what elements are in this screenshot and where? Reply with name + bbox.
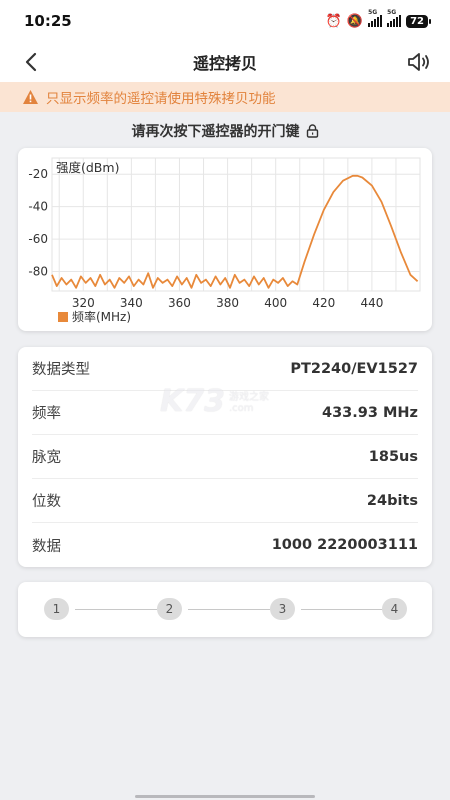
signal-info-card: 数据类型 PT2240/EV1527 频率 433.93 MHz 脉宽 185u… [18,347,432,567]
chevron-left-icon [25,52,37,72]
spectrum-chart-card: -20 -40 -60 -80 320 340 360 380 400 420 440 强度(dB… [18,148,432,331]
info-label: 脉宽 [32,450,61,466]
step-4: 4 [382,598,407,620]
speaker-icon [408,53,429,71]
x-tick-label: 380 [216,296,239,310]
x-tick-label: 440 [360,296,383,310]
network-type-2: 5G [387,9,397,16]
info-value: 1000 2220003111 [271,537,418,553]
legend-label: 频率(MHz) [72,309,131,324]
page-title: 遥控拷贝 [192,54,257,73]
step-connector [301,609,383,610]
warning-icon [23,90,38,104]
y-tick-label: -80 [28,265,48,279]
warning-banner: 只显示频率的遥控请使用特殊拷贝功能 [0,82,450,112]
warning-text: 只显示频率的遥控请使用特殊拷贝功能 [46,91,276,107]
x-tick-label: 320 [72,296,95,310]
status-time: 10:25 [24,12,72,30]
network-type-1: 5G [368,9,378,16]
info-label: 位数 [32,494,61,510]
watermark-line2: .com [229,403,254,414]
info-label: 频率 [32,406,61,422]
info-value: 24bits [366,492,418,509]
info-row-bits: 位数 24bits [32,479,418,523]
x-tick-label: 400 [264,296,287,310]
y-tick-label: -40 [28,200,48,214]
info-label: 数据类型 [32,362,90,378]
alarm-icon: ⏰ [325,13,342,29]
mute-icon: 🔕 [346,13,364,29]
y-tick-label: -20 [28,167,48,181]
status-bar: 10:25 ⏰ 🔕 5G 5G 72 [0,0,450,42]
watermark-line1: 游戏之家 [229,392,269,403]
spectrum-chart: -20 -40 -60 -80 320 340 360 380 400 420 440 强度(dB… [28,157,421,324]
watermark: K73 游戏之家 .com [160,383,300,419]
step-connector [75,609,157,610]
info-value: 433.93 MHz [321,404,418,421]
chart-legend: 频率(MHz) [58,309,131,324]
status-icons: ⏰ 🔕 5G 5G 72 [325,9,431,29]
info-row-pulse-width: 脉宽 185us [32,435,418,479]
step-1: 1 [44,598,69,620]
home-indicator[interactable] [135,795,315,798]
y-axis-label: 强度(dBm) [56,160,119,175]
battery-indicator: 72 [406,14,431,28]
sound-toggle-button[interactable] [406,51,432,73]
signal-icon: 5G [368,9,383,27]
progress-steps-card: 1 2 3 4 [18,582,432,637]
app-header: 遥控拷贝 [0,42,450,82]
info-row-data: 数据 1000 2220003111 [32,523,418,567]
watermark-text: 游戏之家 .com [229,388,269,414]
signal-icon-2: 5G [387,9,402,27]
info-value: PT2240/EV1527 [290,360,418,377]
info-value: 185us [368,448,418,465]
x-tick-label: 360 [168,296,191,310]
step-2: 2 [157,598,182,620]
y-tick-label: -60 [28,232,48,246]
instruction-prompt: 请再次按下遥控器的开门键 [0,120,450,142]
watermark-logo: K73 [160,383,225,419]
lock-icon [306,124,318,138]
x-tick-label: 340 [120,296,143,310]
back-button[interactable] [20,50,46,74]
legend-swatch [58,312,68,322]
instruction-text: 请再次按下遥控器的开门键 [131,124,300,140]
x-tick-label: 420 [312,296,335,310]
info-label: 数据 [32,538,61,555]
step-connector [188,609,270,610]
step-3: 3 [270,598,295,620]
